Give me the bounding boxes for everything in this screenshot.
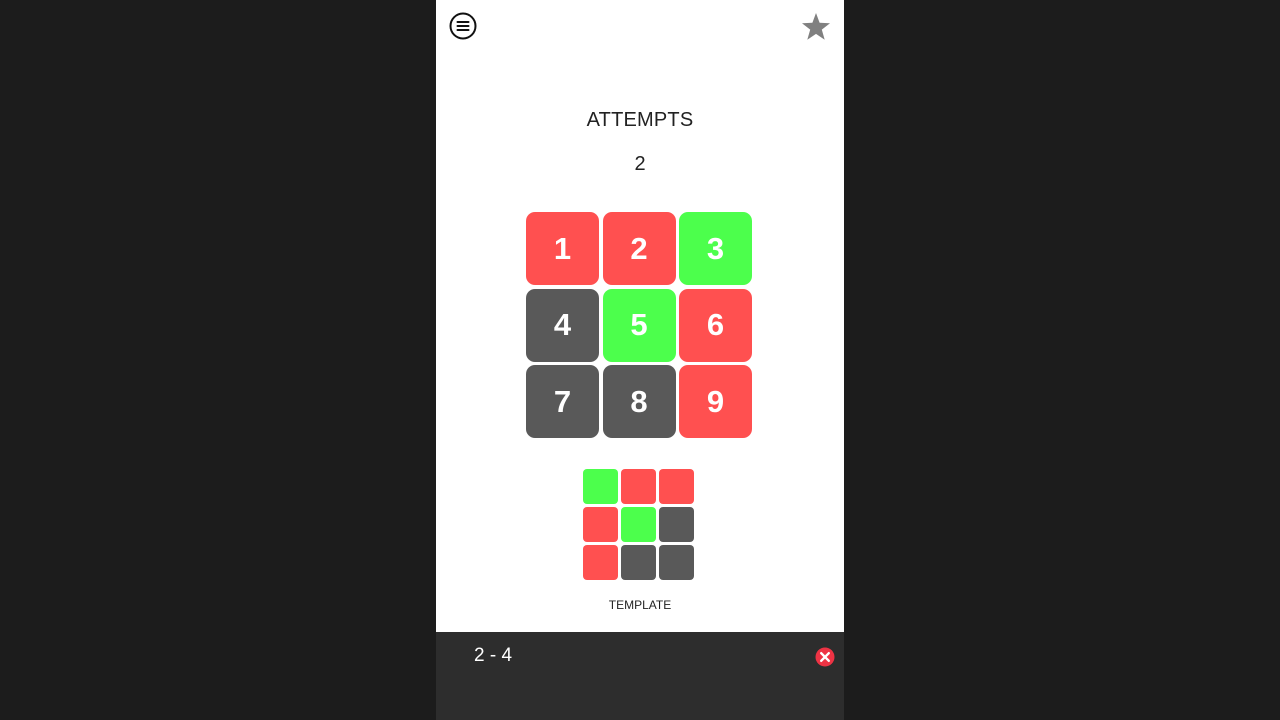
bottom-bar: 2 - 4 — [436, 632, 844, 720]
template-cell — [583, 469, 618, 504]
close-circle-icon — [815, 647, 835, 667]
tile-7[interactable]: 7 — [526, 365, 599, 438]
template-cell — [659, 469, 694, 504]
template-label: TEMPLATE — [608, 598, 672, 612]
bottom-bar-text: 2 - 4 — [474, 645, 513, 666]
template-cell — [621, 545, 656, 580]
template-cell — [659, 545, 694, 580]
tile-6[interactable]: 6 — [679, 288, 752, 362]
tile-4[interactable]: 4 — [526, 288, 599, 362]
template-cell — [621, 469, 656, 504]
game-board: 123 456 789 — [526, 212, 752, 438]
tile-5[interactable]: 5 — [602, 288, 676, 362]
menu-button[interactable] — [449, 12, 477, 40]
tile-9[interactable]: 9 — [679, 365, 752, 438]
template-cell — [659, 507, 694, 542]
tile-1[interactable]: 1 — [526, 212, 599, 285]
attempts-count: 2 — [634, 153, 646, 175]
template-grid — [583, 469, 695, 581]
star-icon — [802, 13, 830, 40]
menu-circle-icon — [449, 12, 477, 40]
tile-8[interactable]: 8 — [602, 365, 676, 438]
game-screen: ATTEMPTS 2 123456789 TEMPLATE 2 - 4 — [436, 0, 844, 720]
template-cell — [583, 507, 618, 542]
close-button[interactable] — [815, 647, 835, 667]
tile-3[interactable]: 3 — [679, 212, 752, 285]
template-cell — [583, 545, 618, 580]
template-cell — [621, 507, 656, 542]
attempts-label: ATTEMPTS — [586, 109, 694, 131]
favorite-button[interactable] — [800, 11, 832, 43]
tile-2[interactable]: 2 — [602, 212, 676, 285]
